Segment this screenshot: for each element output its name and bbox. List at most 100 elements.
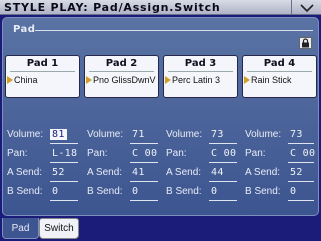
volume-row: Volume: 73 — [245, 128, 320, 147]
pad-3-button[interactable]: Pad 3 Perc Latin 3 — [163, 55, 238, 98]
field-underline — [209, 143, 237, 144]
pan-label: Pan: — [245, 148, 266, 159]
pad-2-params: Volume: 71 Pan: C 00 A Send: 41 B Send: … — [87, 128, 162, 204]
pad-divider — [10, 71, 75, 72]
pad-sound: China — [7, 74, 78, 86]
pan-field[interactable]: C 00 — [211, 148, 236, 159]
chevron-down-icon — [299, 3, 314, 12]
triangle-right-icon — [244, 76, 250, 84]
volume-field[interactable]: 71 — [132, 129, 145, 140]
b-send-field[interactable]: 0 — [290, 186, 296, 197]
field-underline — [288, 162, 314, 163]
a-send-field[interactable]: 52 — [52, 167, 65, 178]
a-send-label: A Send: — [245, 167, 281, 178]
volume-field[interactable]: 81 — [50, 129, 67, 140]
pan-label: Pan: — [166, 148, 187, 159]
lock-icon — [302, 38, 309, 48]
pad-divider — [247, 71, 312, 72]
volume-label: Volume: — [245, 129, 282, 140]
volume-field[interactable]: 73 — [290, 129, 303, 140]
a-send-label: A Send: — [166, 167, 202, 178]
pad-sound: Pno GlissDwnV — [86, 74, 157, 86]
pad-3-params: Volume: 73 Pan: C 00 A Send: 44 B Send: … — [166, 128, 241, 204]
pan-field[interactable]: C 00 — [132, 148, 157, 159]
b-send-row: B Send: 0 — [245, 185, 320, 204]
triangle-right-icon — [86, 76, 92, 84]
field-underline — [209, 181, 237, 182]
b-send-row: B Send: 0 — [87, 185, 162, 204]
volume-row: Volume: 81 — [7, 128, 82, 147]
field-underline — [130, 143, 158, 144]
volume-label: Volume: — [7, 129, 44, 140]
pad-4-button[interactable]: Pad 4 Rain Stick — [242, 55, 317, 98]
b-send-field[interactable]: 0 — [211, 186, 217, 197]
field-underline — [50, 162, 78, 163]
pad-sound-name: Pno GlissDwnV — [93, 75, 156, 85]
a-send-row: A Send: 52 — [7, 166, 82, 185]
field-underline — [288, 200, 314, 201]
field-underline — [130, 162, 158, 163]
pad-1-params: Volume: 81 Pan: L-18 A Send: 52 B Send: … — [7, 128, 82, 204]
pad-divider — [89, 71, 154, 72]
pan-label: Pan: — [7, 148, 28, 159]
pan-field[interactable]: C 00 — [290, 148, 315, 159]
pan-row: Pan: L-18 — [7, 147, 82, 166]
pad-title: Pad 3 — [184, 58, 217, 69]
triangle-right-icon — [7, 76, 13, 84]
pan-field[interactable]: L-18 — [52, 148, 77, 159]
pan-row: Pan: C 00 — [87, 147, 162, 166]
pan-row: Pan: C 00 — [166, 147, 241, 166]
b-send-row: B Send: 0 — [7, 185, 82, 204]
pad-divider — [168, 71, 233, 72]
pad-4-params: Volume: 73 Pan: C 00 A Send: 52 B Send: … — [245, 128, 320, 204]
tab-switch[interactable]: Switch — [39, 218, 79, 239]
triangle-right-icon — [165, 76, 171, 84]
pad-sound: Rain Stick — [244, 74, 315, 86]
lock-button[interactable] — [299, 37, 312, 49]
volume-row: Volume: 73 — [166, 128, 241, 147]
volume-row: Volume: 71 — [87, 128, 162, 147]
a-send-field[interactable]: 44 — [211, 167, 224, 178]
panel-label: Pad — [13, 24, 36, 35]
pad-sound-name: Perc Latin 3 — [172, 75, 221, 85]
field-underline — [209, 162, 237, 163]
a-send-field[interactable]: 52 — [290, 167, 303, 178]
volume-label: Volume: — [166, 129, 203, 140]
pad-1-button[interactable]: Pad 1 China — [5, 55, 80, 98]
pad-panel: Pad Pad 1 China Pad 2 Pno GlissDwnV Pad … — [2, 17, 319, 216]
pad-sound-name: China — [14, 75, 38, 85]
page-title: STYLE PLAY: Pad/Assign.Switch — [4, 1, 221, 14]
field-underline — [288, 181, 314, 182]
b-send-field[interactable]: 0 — [132, 186, 138, 197]
volume-field[interactable]: 73 — [211, 129, 224, 140]
pan-row: Pan: C 00 — [245, 147, 320, 166]
b-send-label: B Send: — [166, 186, 202, 197]
field-underline — [50, 143, 78, 144]
b-send-label: B Send: — [87, 186, 123, 197]
field-underline — [50, 200, 78, 201]
a-send-row: A Send: 41 — [87, 166, 162, 185]
tab-pad[interactable]: Pad — [2, 218, 39, 239]
field-underline — [288, 143, 314, 144]
field-underline — [130, 181, 158, 182]
panel-divider — [35, 30, 313, 31]
pad-sound: Perc Latin 3 — [165, 74, 236, 86]
pad-title: Pad 1 — [26, 58, 59, 69]
pad-2-button[interactable]: Pad 2 Pno GlissDwnV — [84, 55, 159, 98]
a-send-field[interactable]: 41 — [132, 167, 145, 178]
pad-title: Pad 4 — [263, 58, 296, 69]
field-underline — [209, 200, 237, 201]
title-bar: STYLE PLAY: Pad/Assign.Switch — [0, 0, 321, 15]
a-send-row: A Send: 44 — [166, 166, 241, 185]
a-send-label: A Send: — [7, 167, 43, 178]
volume-label: Volume: — [87, 129, 124, 140]
page-menu-button[interactable] — [291, 0, 321, 15]
pad-title: Pad 2 — [105, 58, 138, 69]
b-send-label: B Send: — [245, 186, 281, 197]
a-send-row: A Send: 52 — [245, 166, 320, 185]
field-underline — [130, 200, 158, 201]
a-send-label: A Send: — [87, 167, 123, 178]
b-send-label: B Send: — [7, 186, 43, 197]
b-send-field[interactable]: 0 — [52, 186, 58, 197]
pad-sound-name: Rain Stick — [251, 75, 292, 85]
